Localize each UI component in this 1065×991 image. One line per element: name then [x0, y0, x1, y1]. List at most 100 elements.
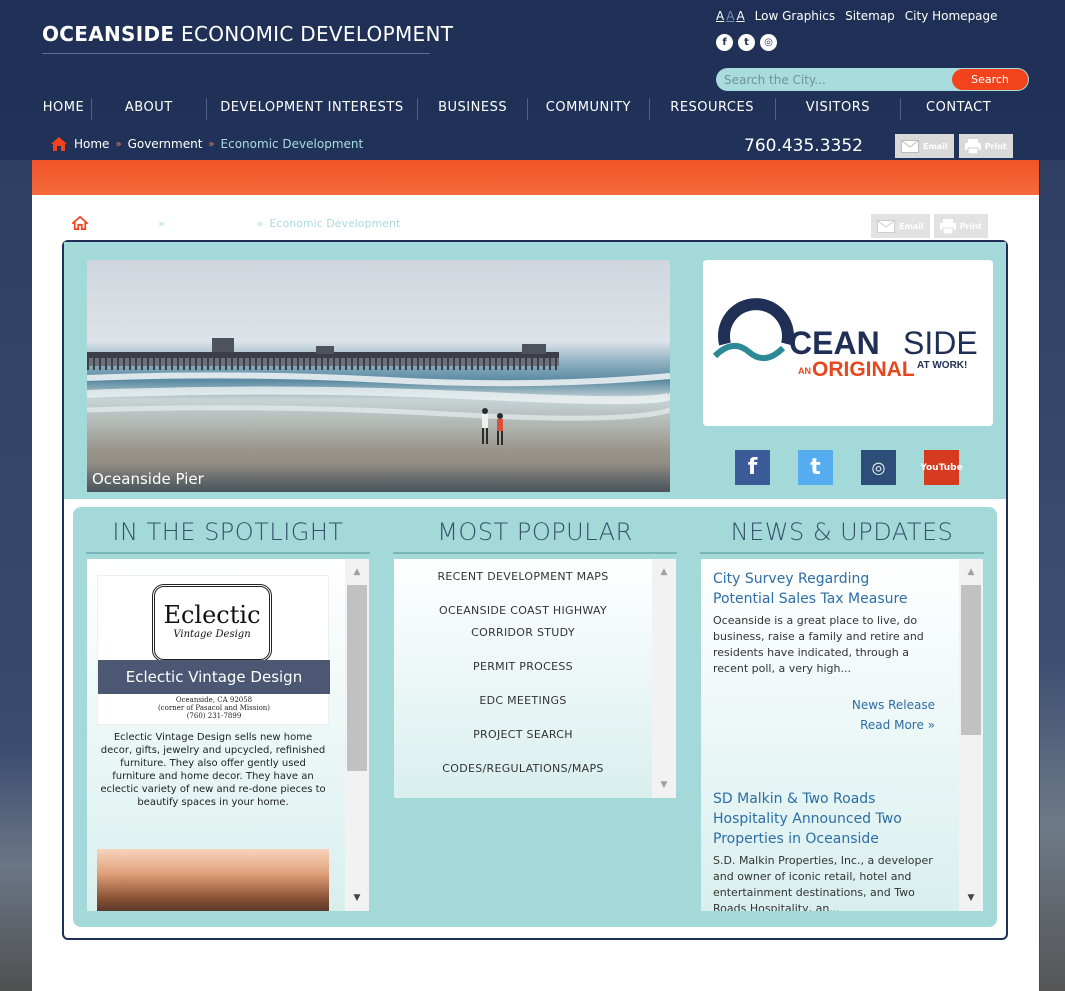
twitter-icon[interactable]: t	[798, 450, 833, 485]
email-button[interactable]: Email	[895, 134, 954, 158]
popular-item-maps[interactable]: RECENT DEVELOPMENT MAPS	[394, 566, 652, 588]
inner-email-label: Email	[899, 221, 924, 231]
facebook-icon[interactable]: f	[735, 450, 770, 485]
text-size-small[interactable]: A	[716, 9, 724, 23]
inner-breadcrumb-separator: »	[256, 216, 264, 230]
news-panel[interactable]: City Survey Regarding Potential Sales Ta…	[701, 559, 983, 911]
news-scrollbar[interactable]: ▲ ▼	[959, 559, 983, 911]
hero-caption: Oceanside Pier	[87, 464, 670, 492]
spotlight-address-2: (corner of Pasacol and Mission)	[157, 704, 271, 712]
popular-item-corridor[interactable]: OCEANSIDE COAST HIGHWAY CORRIDOR STUDY	[394, 600, 652, 644]
nav-item-contact[interactable]: CONTACT	[901, 98, 1016, 120]
scroll-down-icon[interactable]: ▼	[959, 889, 983, 907]
popular-panel[interactable]: RECENT DEVELOPMENT MAPS OCEANSIDE COAST …	[394, 559, 676, 798]
pier-illustration	[87, 338, 670, 445]
home-icon[interactable]	[50, 136, 68, 152]
spotlight-address-1: Oceanside, CA 92058	[175, 696, 253, 704]
printer-icon	[939, 218, 956, 234]
scroll-up-icon[interactable]: ▲	[959, 563, 983, 581]
facebook-icon[interactable]: f	[716, 34, 733, 51]
page-background-right	[1040, 160, 1065, 991]
nav-item-community[interactable]: COMMUNITY	[528, 98, 650, 120]
instagram-icon[interactable]: ◎	[760, 34, 777, 51]
popular-item-codes[interactable]: CODES/REGULATIONS/MAPS	[394, 758, 652, 780]
spotlight-image[interactable]: Eclectic Vintage Design Eclectic Vintage…	[97, 575, 330, 725]
news-body: Oceanside is a great place to live, do b…	[713, 614, 924, 675]
city-homepage-link[interactable]: City Homepage	[905, 9, 998, 23]
utility-links: A A A Low Graphics Sitemap City Homepage	[716, 9, 998, 23]
scroll-up-icon[interactable]: ▲	[345, 563, 369, 581]
oceanside-logo-graphic: CEAN SIDE AN ORIGINAL AT WORK!	[712, 298, 978, 381]
inner-email-button[interactable]: Email	[871, 214, 930, 238]
inner-page-tools: Email Print	[871, 214, 988, 238]
text-size-medium[interactable]: A	[726, 9, 734, 23]
logo-word-2: SIDE	[903, 325, 978, 361]
breadcrumb-government[interactable]: Government	[128, 137, 203, 151]
inner-print-button[interactable]: Print	[933, 214, 988, 238]
home-icon[interactable]	[72, 216, 88, 230]
logo-word-1: CEAN	[789, 325, 880, 361]
breadcrumb: Home » Government » Economic Development	[50, 136, 363, 152]
popular-scrollbar[interactable]: ▲ ▼	[652, 559, 676, 798]
email-label: Email	[923, 141, 948, 151]
print-label: Print	[984, 141, 1007, 151]
site-title[interactable]: OCEANSIDE ECONOMIC DEVELOPMENT	[42, 22, 453, 46]
phone-number: 760.435.3352	[744, 136, 863, 156]
scroll-up-icon[interactable]: ▲	[652, 563, 676, 581]
scroll-thumb[interactable]	[961, 585, 981, 735]
logo-original: ORIGINAL	[812, 358, 915, 381]
news-title[interactable]: SD Malkin & Two Roads Hospitality Announ…	[713, 789, 935, 849]
logo-at-work: AT WORK!	[917, 360, 967, 371]
sitemap-link[interactable]: Sitemap	[845, 9, 895, 23]
search-button[interactable]: Search	[952, 69, 1028, 90]
nav-item-visitors[interactable]: VISITORS	[776, 98, 902, 120]
spotlight-image-2[interactable]	[97, 849, 329, 911]
title-divider	[42, 53, 430, 54]
instagram-icon[interactable]: ◎	[861, 450, 896, 485]
spotlight-scrollbar[interactable]: ▲ ▼	[345, 559, 369, 911]
spotlight-heading: IN THE SPOTLIGHT	[112, 518, 344, 546]
text-size-controls: A A A	[716, 9, 745, 23]
scroll-down-icon[interactable]: ▼	[652, 776, 676, 794]
spotlight-banner: Eclectic Vintage Design	[98, 660, 330, 694]
twitter-icon[interactable]: t	[738, 34, 755, 51]
page-background-left	[0, 160, 32, 991]
oceanside-logo[interactable]: CEAN SIDE AN ORIGINAL AT WORK!	[703, 260, 993, 426]
envelope-icon	[901, 139, 919, 153]
news-body: S.D. Malkin Properties, Inc., a develope…	[713, 854, 933, 911]
inner-print-label: Print	[959, 221, 982, 231]
logo-an: AN	[798, 366, 811, 376]
accent-bar	[32, 160, 1039, 195]
printer-icon	[964, 138, 981, 154]
print-button[interactable]: Print	[958, 134, 1013, 158]
low-graphics-link[interactable]: Low Graphics	[755, 9, 835, 23]
read-more-link[interactable]: Read More »	[713, 715, 935, 735]
news-title[interactable]: City Survey Regarding Potential Sales Ta…	[713, 569, 935, 609]
nav-item-development-interests[interactable]: DEVELOPMENT INTERESTS	[207, 98, 419, 120]
spotlight-panel[interactable]: Eclectic Vintage Design Eclectic Vintage…	[87, 559, 369, 911]
search-input[interactable]	[716, 68, 946, 91]
youtube-icon[interactable]: You Tube	[920, 450, 963, 485]
news-item: City Survey Regarding Potential Sales Ta…	[713, 569, 935, 735]
news-category[interactable]: News Release	[713, 695, 935, 715]
popular-heading: MOST POPULAR	[437, 518, 633, 546]
news-heading: NEWS & UPDATES	[730, 518, 954, 546]
nav-item-resources[interactable]: RESOURCES	[650, 98, 776, 120]
site-title-bold: OCEANSIDE	[42, 22, 175, 46]
scroll-down-icon[interactable]: ▼	[345, 889, 369, 907]
popular-item-edc[interactable]: EDC MEETINGS	[394, 690, 652, 712]
popular-item-project-search[interactable]: PROJECT SEARCH	[394, 724, 652, 746]
nav-item-home[interactable]: HOME	[36, 98, 92, 120]
popular-list: RECENT DEVELOPMENT MAPS OCEANSIDE COAST …	[394, 559, 652, 780]
nav-item-about[interactable]: ABOUT	[92, 98, 207, 120]
main-nav: HOME ABOUT DEVELOPMENT INTERESTS BUSINESS CO…	[36, 98, 1016, 120]
search-box: Search	[716, 68, 1029, 91]
scroll-thumb[interactable]	[347, 585, 367, 771]
breadcrumb-home[interactable]: Home	[74, 137, 109, 151]
text-size-large[interactable]: A	[736, 9, 744, 23]
news-rule	[700, 552, 984, 554]
popular-item-permit[interactable]: PERMIT PROCESS	[394, 656, 652, 678]
spotlight-rule	[86, 552, 370, 554]
site-title-rest: ECONOMIC DEVELOPMENT	[181, 22, 454, 46]
nav-item-business[interactable]: BUSINESS	[418, 98, 528, 120]
